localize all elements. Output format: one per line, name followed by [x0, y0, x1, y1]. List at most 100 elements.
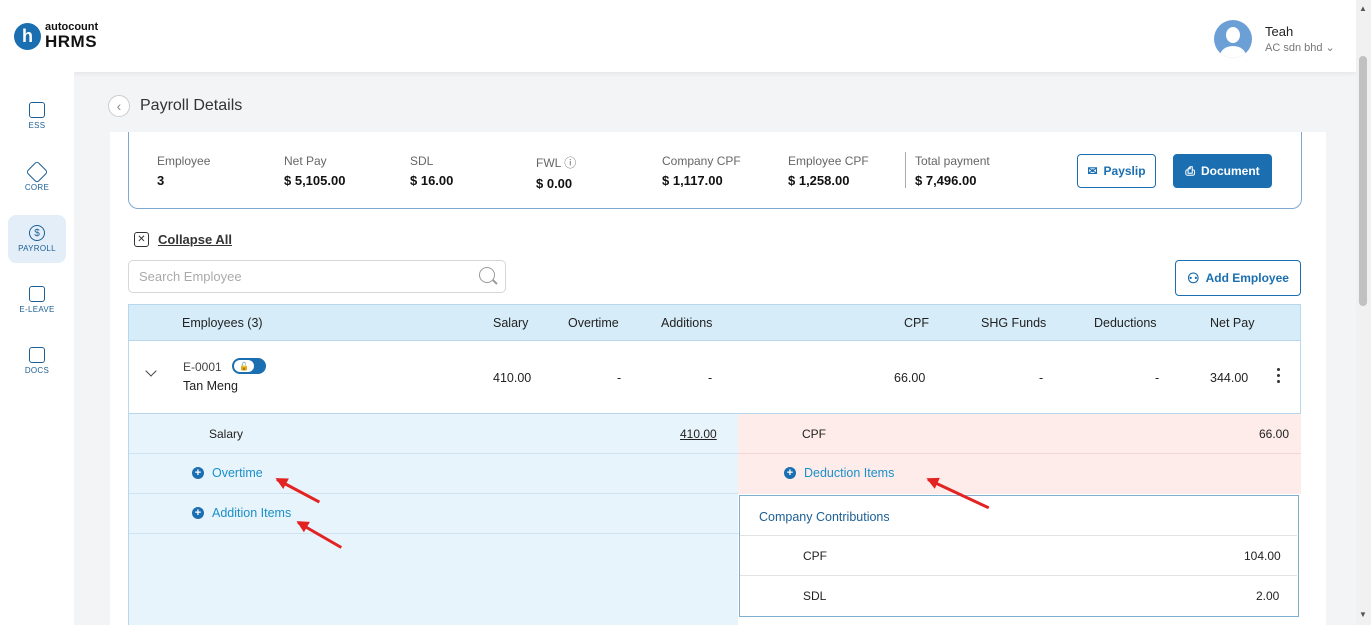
plus-circle-icon: + — [192, 507, 204, 519]
page-title: Payroll Details — [140, 97, 243, 114]
company-selector[interactable]: AC sdn bhd ⌄ — [1265, 41, 1335, 54]
cube-icon — [25, 160, 49, 184]
detail-salary-row: Salary 410.00 — [129, 414, 739, 454]
cell-salary: 410.00 — [493, 371, 532, 385]
cell-shg-funds: - — [1039, 371, 1044, 385]
header-employees[interactable]: Employees (3) — [182, 316, 263, 330]
collapse-all-button[interactable]: ✕ Collapse All — [134, 232, 232, 247]
header-overtime[interactable]: Overtime — [568, 316, 619, 330]
add-addition-items-link[interactable]: + Addition Items — [192, 506, 291, 520]
sidebar-item-ess[interactable]: ESS — [8, 92, 66, 140]
document-chart-icon — [29, 347, 45, 363]
stat-label: Employee — [157, 154, 211, 168]
add-user-icon: ⚇ — [1187, 269, 1200, 286]
cpf-value: 66.00 — [1259, 427, 1290, 441]
salary-value[interactable]: 410.00 — [680, 427, 717, 441]
cell-deductions: - — [1155, 371, 1160, 385]
info-icon[interactable]: ⓘ — [564, 156, 576, 170]
lock-toggle[interactable]: 🔓 — [232, 358, 266, 374]
chevron-down-icon: ⌄ — [1325, 42, 1335, 54]
contrib-sdl-label: SDL — [803, 589, 827, 603]
contrib-cpf-label: CPF — [803, 549, 827, 563]
company-name: AC sdn bhd — [1265, 42, 1323, 54]
cell-net-pay: 344.00 — [1210, 371, 1249, 385]
header-cpf[interactable]: CPF — [904, 316, 929, 330]
stat-value: 3 — [157, 173, 165, 188]
scrollbar-thumb[interactable] — [1359, 56, 1367, 306]
search-icon[interactable] — [479, 267, 495, 283]
stat-company-cpf: Company CPF $ 1,117.00 — [662, 154, 741, 188]
stat-label: Company CPF — [662, 154, 741, 168]
stat-label: Net Pay — [284, 154, 327, 168]
earnings-panel: Salary 410.00 + Overtime + Addition Item… — [128, 414, 739, 625]
document-button[interactable]: ⎙ Document — [1173, 154, 1272, 188]
add-overtime-link[interactable]: + Overtime — [192, 466, 263, 480]
back-button[interactable]: ‹ — [108, 95, 130, 117]
sidebar-item-payroll[interactable]: $ PAYROLL — [8, 215, 66, 263]
stat-value: $ 16.00 — [410, 173, 454, 188]
more-options-icon[interactable] — [1277, 368, 1281, 386]
link-label: Deduction Items — [804, 466, 895, 480]
stat-label-text: FWL — [536, 156, 561, 170]
button-label: Add Employee — [1205, 271, 1289, 285]
collapse-icon: ✕ — [134, 232, 149, 247]
stat-label: FWL ⓘ — [536, 154, 576, 171]
header-shg-funds[interactable]: SHG Funds — [981, 316, 1046, 330]
id-card-icon — [29, 102, 45, 118]
contrib-sdl-value: 2.00 — [1256, 589, 1280, 603]
add-deduction-items-link[interactable]: + Deduction Items — [784, 466, 894, 480]
table-header: Employees (3) Salary Overtime Additions … — [128, 304, 1301, 341]
stat-value: $ 0.00 — [536, 176, 573, 191]
employee-name[interactable]: Tan Meng — [183, 379, 238, 393]
logo-mark: h — [14, 22, 41, 50]
header-deductions[interactable]: Deductions — [1094, 316, 1157, 330]
stat-label: Total payment — [915, 154, 990, 168]
table-row[interactable]: E-0001 🔓 Tan Meng 410.00 - - 66.00 - - 3… — [128, 341, 1301, 414]
user-menu[interactable]: Teah AC sdn bhd ⌄ — [1214, 20, 1335, 58]
search-input[interactable] — [129, 261, 449, 292]
cell-cpf: 66.00 — [894, 371, 926, 385]
sidebar-item-label: PAYROLL — [18, 244, 56, 253]
sidebar-item-label: CORE — [24, 183, 50, 192]
dollar-icon: $ — [29, 225, 45, 241]
detail-addition-row: + Addition Items — [129, 494, 739, 534]
plus-circle-icon: + — [192, 467, 204, 479]
stat-value: $ 5,105.00 — [284, 173, 346, 188]
payroll-summary: Employee 3 Net Pay $ 5,105.00 SDL $ 16.0… — [128, 132, 1302, 209]
stat-value: $ 1,117.00 — [662, 173, 723, 188]
contrib-sdl-row: SDL 2.00 — [740, 576, 1297, 616]
stat-employee-cpf: Employee CPF $ 1,258.00 — [788, 154, 869, 188]
cell-overtime: - — [617, 371, 622, 385]
chevron-left-icon: ‹ — [116, 98, 122, 114]
calendar-icon — [29, 286, 45, 302]
header-salary[interactable]: Salary — [493, 316, 528, 330]
logo-bottom-text: HRMS — [45, 32, 98, 51]
contrib-title-row: Company Contributions — [740, 496, 1297, 536]
add-employee-button[interactable]: ⚇ Add Employee — [1175, 260, 1301, 296]
header-additions[interactable]: Additions — [661, 316, 712, 330]
app-logo[interactable]: h autocount HRMS — [14, 22, 98, 50]
header-net-pay[interactable]: Net Pay — [1210, 316, 1254, 330]
link-label: Addition Items — [212, 506, 292, 520]
avatar[interactable] — [1214, 20, 1252, 58]
detail-overtime-row: + Overtime — [129, 454, 739, 494]
scroll-down-icon[interactable]: ▼ — [1359, 610, 1367, 619]
payslip-button[interactable]: ✉ Payslip — [1077, 154, 1156, 188]
sidebar-item-core[interactable]: CORE — [8, 154, 66, 202]
detail-cpf-row: CPF 66.00 — [738, 414, 1301, 454]
scroll-up-icon[interactable]: ▲ — [1359, 4, 1367, 13]
sidebar-item-label: E-LEAVE — [19, 305, 55, 314]
sidebar-item-eleave[interactable]: E-LEAVE — [8, 276, 66, 324]
cell-additions: - — [708, 371, 713, 385]
stat-net-pay: Net Pay $ 5,105.00 — [284, 154, 345, 188]
sidebar-item-label: DOCS — [24, 366, 50, 375]
document-icon: ⎙ — [1185, 163, 1195, 178]
sidebar-item-docs[interactable]: DOCS — [8, 337, 66, 385]
deductions-panel: CPF 66.00 + Deduction Items — [738, 414, 1301, 494]
collapse-label: Collapse All — [158, 232, 232, 247]
chevron-down-icon[interactable] — [145, 365, 157, 377]
cpf-label: CPF — [802, 427, 826, 441]
stat-label: SDL — [410, 154, 434, 168]
main-content: Employee 3 Net Pay $ 5,105.00 SDL $ 16.0… — [110, 132, 1326, 625]
stat-total-payment: Total payment $ 7,496.00 — [915, 154, 990, 188]
